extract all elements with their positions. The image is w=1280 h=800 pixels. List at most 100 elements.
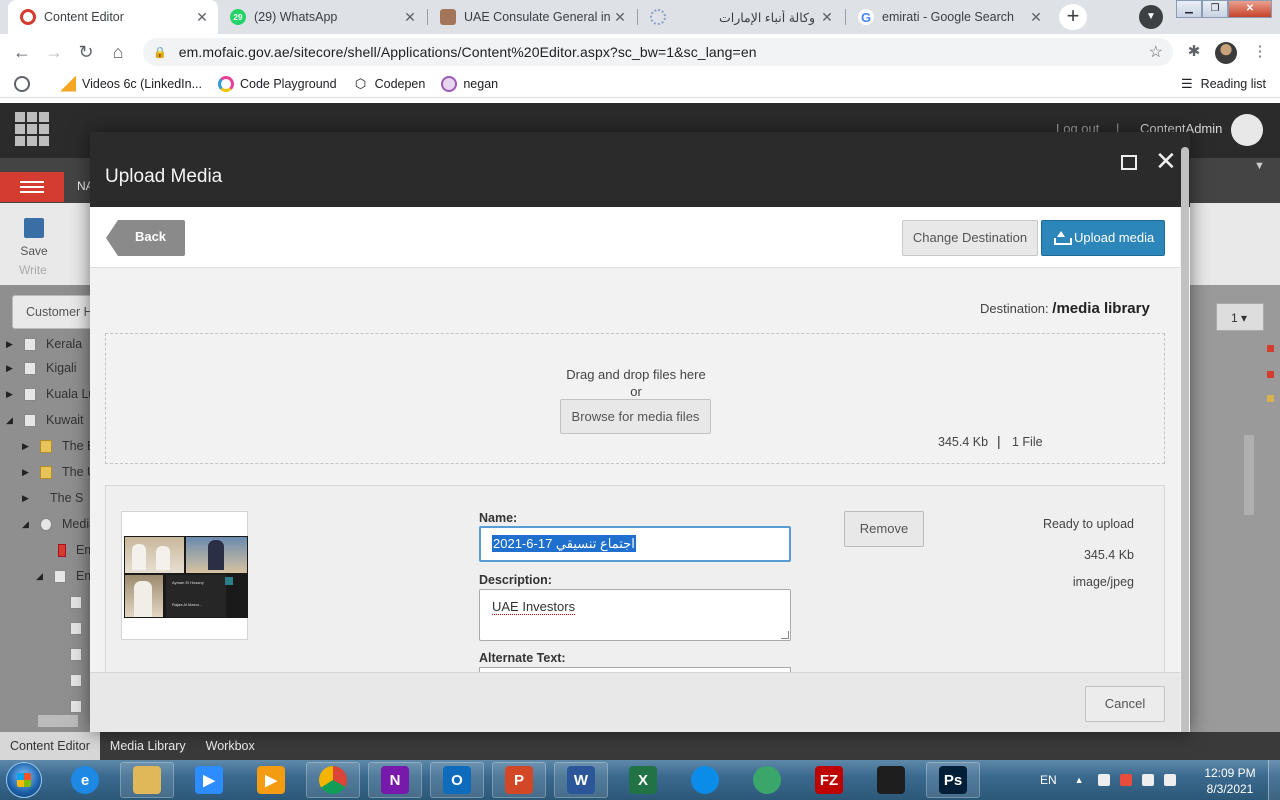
profile-avatar[interactable] bbox=[1215, 42, 1237, 64]
internet-explorer-taskbar-button[interactable]: e bbox=[58, 762, 112, 798]
battery-icon[interactable] bbox=[1119, 774, 1132, 786]
hamburger-menu-button[interactable] bbox=[0, 172, 64, 202]
tab-whatsapp[interactable]: 29 (29) WhatsApp ✕ bbox=[218, 0, 426, 34]
close-icon[interactable]: ✕ bbox=[402, 9, 418, 26]
chrome-taskbar-button[interactable] bbox=[306, 762, 360, 798]
chevron-down-icon[interactable]: ▼ bbox=[1254, 160, 1265, 172]
tree-node-media[interactable]: ◢ Media bbox=[22, 513, 96, 535]
language-indicator[interactable]: EN bbox=[1040, 773, 1057, 787]
powerpoint-taskbar-button[interactable]: P bbox=[492, 762, 546, 798]
excel-taskbar-button[interactable]: X bbox=[616, 762, 670, 798]
photoshop-taskbar-button[interactable]: Ps bbox=[926, 762, 980, 798]
close-icon[interactable]: ✕ bbox=[819, 9, 835, 26]
zoom-taskbar-button[interactable]: ▶ bbox=[182, 762, 236, 798]
close-icon[interactable]: ✕ bbox=[612, 9, 628, 26]
bookmark-star-icon[interactable]: ☆ bbox=[1149, 42, 1163, 62]
tab-workbox[interactable]: Workbox bbox=[196, 732, 265, 760]
tree-node-kigali[interactable]: ▶ Kigali bbox=[6, 357, 77, 379]
flag-icon[interactable] bbox=[1097, 774, 1110, 786]
media-player-taskbar-button[interactable]: ▶ bbox=[244, 762, 298, 798]
upload-media-button[interactable]: Upload media bbox=[1041, 220, 1165, 256]
new-tab-button[interactable]: + bbox=[1059, 4, 1087, 30]
expand-arrow-icon[interactable]: ▶ bbox=[22, 467, 32, 478]
collapse-arrow-icon[interactable]: ◢ bbox=[6, 415, 16, 426]
tab-media-library[interactable]: Media Library bbox=[100, 732, 196, 760]
onenote-taskbar-button[interactable]: N bbox=[368, 762, 422, 798]
reading-list-button[interactable]: ☰ Reading list bbox=[1181, 76, 1266, 92]
tab-search-button[interactable]: ▼ bbox=[1139, 5, 1163, 29]
tree-node-child[interactable] bbox=[70, 591, 92, 613]
close-icon[interactable]: ✕ bbox=[1028, 9, 1044, 26]
globe-app-taskbar-button[interactable] bbox=[740, 762, 794, 798]
tree-node-child[interactable] bbox=[70, 617, 92, 639]
tab-content-editor[interactable]: Content Editor ✕ bbox=[8, 0, 218, 34]
edge-taskbar-button[interactable] bbox=[678, 762, 732, 798]
scrollbar-thumb[interactable] bbox=[1181, 147, 1189, 732]
tab-content-editor-app[interactable]: Content Editor bbox=[0, 732, 100, 760]
remove-button[interactable]: Remove bbox=[844, 511, 924, 547]
panel-scrollbar[interactable] bbox=[1244, 435, 1254, 515]
tree-node-child[interactable] bbox=[70, 643, 92, 665]
show-desktop-button[interactable] bbox=[1268, 760, 1280, 800]
outlook-taskbar-button[interactable]: O bbox=[430, 762, 484, 798]
tree-node-the-e[interactable]: ▶ The E bbox=[22, 435, 95, 457]
expand-arrow-icon[interactable]: ▶ bbox=[6, 363, 16, 374]
apps-icon[interactable] bbox=[14, 75, 36, 92]
menu-kebab-icon[interactable]: ⋮ bbox=[1250, 42, 1270, 62]
pager-select[interactable]: 1 ▾ bbox=[1216, 303, 1264, 331]
tree-node-child[interactable] bbox=[70, 669, 92, 691]
back-button[interactable]: Back bbox=[106, 220, 185, 256]
tree-node-kuwait[interactable]: ◢ Kuwait bbox=[6, 409, 84, 431]
bookmark-codepen[interactable]: ⬡ Codepen bbox=[353, 76, 425, 92]
address-bar[interactable]: 🔒 em.mofaic.gov.ae/sitecore/shell/Applic… bbox=[143, 38, 1173, 66]
tree-node-em-1[interactable]: Em bbox=[40, 539, 95, 561]
tray-expand-icon[interactable]: ▲ bbox=[1075, 775, 1084, 785]
browse-files-button[interactable]: Browse for media files bbox=[560, 399, 711, 434]
change-destination-button[interactable]: Change Destination bbox=[902, 220, 1038, 256]
tree-node-the-s[interactable]: ▶ The S bbox=[22, 487, 83, 509]
lock-icon[interactable]: 🔒 bbox=[153, 46, 167, 59]
expand-arrow-icon[interactable]: ▶ bbox=[22, 441, 32, 452]
forward-arrow-icon[interactable]: → bbox=[42, 40, 66, 64]
tab-google-search[interactable]: G emirati - Google Search ✕ bbox=[846, 0, 1052, 34]
home-icon[interactable]: ⌂ bbox=[106, 40, 130, 64]
save-button[interactable]: Save bbox=[14, 213, 54, 258]
tree-node-the-u[interactable]: ▶ The U bbox=[22, 461, 96, 483]
volume-icon[interactable] bbox=[1163, 774, 1176, 786]
expand-arrow-icon[interactable]: ▶ bbox=[6, 339, 16, 350]
maximize-icon[interactable] bbox=[1121, 155, 1137, 170]
collapse-arrow-icon[interactable]: ◢ bbox=[36, 571, 46, 582]
launchpad-grid-icon[interactable] bbox=[15, 112, 49, 146]
user-avatar[interactable] bbox=[1231, 114, 1263, 146]
close-icon[interactable]: ✕ bbox=[1155, 148, 1177, 174]
expand-arrow-icon[interactable]: ▶ bbox=[22, 493, 32, 504]
figma-taskbar-button[interactable] bbox=[864, 762, 918, 798]
tab-uae-consulate[interactable]: UAE Consulate General in N ✕ bbox=[428, 0, 636, 34]
name-input[interactable]: اجتماع تنسيقي 17-6-2021 bbox=[479, 526, 791, 562]
collapse-arrow-icon[interactable]: ◢ bbox=[22, 519, 32, 530]
start-button[interactable] bbox=[6, 762, 42, 798]
reload-icon[interactable]: ↻ bbox=[74, 40, 98, 64]
bookmark-videos[interactable]: Videos 6c (LinkedIn... bbox=[60, 75, 202, 92]
tree-node-em-2[interactable]: ◢ Em bbox=[36, 565, 95, 587]
window-close-button[interactable]: ✕ bbox=[1228, 0, 1272, 18]
close-icon[interactable]: ✕ bbox=[194, 9, 210, 26]
word-taskbar-button[interactable]: W bbox=[554, 762, 608, 798]
tree-node-kuala-lumpur[interactable]: ▶ Kuala Lu bbox=[6, 383, 95, 405]
expand-arrow-icon[interactable]: ▶ bbox=[6, 389, 16, 400]
filezilla-taskbar-button[interactable]: FZ bbox=[802, 762, 856, 798]
clock[interactable]: 12:09 PM 8/3/2021 bbox=[1196, 765, 1264, 797]
tree-node-kerala[interactable]: ▶ Kerala bbox=[6, 333, 82, 355]
network-signal-icon[interactable] bbox=[1141, 774, 1154, 786]
tree-horizontal-scrollbar[interactable] bbox=[38, 715, 78, 727]
tree-node-child[interactable] bbox=[70, 695, 92, 717]
back-arrow-icon[interactable]: ← bbox=[10, 40, 34, 64]
dialog-scrollbar[interactable] bbox=[1180, 147, 1190, 732]
drop-zone[interactable]: Drag and drop files here or Browse for m… bbox=[105, 333, 1165, 464]
bookmark-negan[interactable]: negan bbox=[441, 75, 498, 92]
minimize-button[interactable]: ▁ bbox=[1176, 0, 1202, 18]
resize-grip-icon[interactable] bbox=[781, 631, 789, 639]
bookmark-code-playground[interactable]: Code Playground bbox=[217, 75, 337, 92]
tab-loading[interactable]: وكالة أنباء الإمارات ✕ bbox=[638, 0, 843, 34]
extensions-icon[interactable]: ✱ bbox=[1184, 42, 1204, 62]
